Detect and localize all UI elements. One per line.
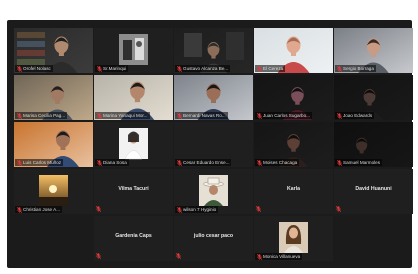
participant-name-tag: Joao Edwards (335, 112, 375, 119)
participant-tile[interactable]: Marisa Cecilia Pag... (14, 75, 93, 120)
participant-name: Cesar Eduardo Ense... (183, 160, 230, 165)
participant-name: Sergio Borraga (343, 66, 374, 71)
participant-tile[interactable]: Luis Carlos Muñoz (14, 122, 93, 167)
participant-name-tag: Moises Chacaga (255, 159, 300, 166)
microphone-muted-icon (257, 253, 262, 260)
participant-name: Samuel Marmoles (343, 160, 381, 165)
microphone-muted-icon (177, 206, 182, 213)
participant-tile[interactable]: Marina Yanaqui Mor... (94, 75, 173, 120)
microphone-muted-icon (17, 159, 22, 166)
participant-name-tag: Christian Jose A... (15, 206, 63, 213)
participant-tile[interactable]: Gustavo Alcanza Be... (174, 28, 253, 73)
participant-name-tag: Sergio Borraga (335, 65, 376, 72)
participant-tile[interactable]: Sergio Borraga (334, 28, 413, 73)
participant-name: Vilma Tacuri (118, 186, 149, 192)
participant-name-tag: Diana Sosa (95, 159, 129, 166)
microphone-muted-icon (257, 112, 262, 119)
microphone-muted-icon (97, 159, 102, 166)
participant-name-tag: Monica Villanueva (255, 253, 303, 260)
participant-name: wilson 7 Hyginio (183, 207, 217, 212)
participant-name-tag: Marisa Cecilia Pag... (15, 112, 68, 119)
participant-name-tag: wilson 7 Hyginio (175, 206, 219, 213)
participant-name: Bernardi Navas Ro... (183, 113, 226, 118)
microphone-muted-icon (337, 112, 342, 119)
participant-tile[interactable]: Samuel Marmoles (334, 122, 413, 167)
participant-name-tag: Luis Carlos Muñoz (15, 159, 64, 166)
participant-tile[interactable]: Diana Sosa (94, 122, 173, 167)
participant-tile[interactable]: Karla (254, 169, 333, 214)
participant-tile[interactable]: Monica Villanueva (254, 216, 333, 261)
participant-name: Marisa Cecilia Pag... (23, 113, 66, 118)
microphone-muted-icon (97, 65, 102, 72)
microphone-muted-icon (97, 112, 102, 119)
participant-tile[interactable]: El Cereza (254, 28, 333, 73)
participant-name: Joao Edwards (343, 113, 373, 118)
participant-name: El Cereza (263, 66, 284, 71)
participant-name-tag: Marina Yanaqui Mor... (95, 112, 150, 119)
microphone-muted-icon (177, 65, 182, 72)
participant-name-tag: Orofel Nolasc (15, 65, 53, 72)
participant-name: julio cesar paco (193, 233, 234, 239)
participant-name: Sr.Marinqui (103, 66, 127, 71)
participant-name-tag: Bernardi Navas Ro... (175, 112, 228, 119)
participant-tile[interactable]: Cesar Eduardo Ense... (174, 122, 253, 167)
participant-name-tag: Juan Carlos Sugarbo... (255, 112, 312, 119)
participant-name-tag: Samuel Marmoles (335, 159, 383, 166)
participant-tile[interactable]: Christian Jose A... (14, 169, 93, 214)
participant-tile[interactable]: Bernardi Navas Ro... (174, 75, 253, 120)
participant-tile[interactable]: wilson 7 Hyginio (174, 169, 253, 214)
participant-tile[interactable]: Moises Chacaga (254, 122, 333, 167)
participant-name: David Huanuni (355, 186, 392, 192)
microphone-muted-icon (337, 159, 342, 166)
microphone-muted-icon (177, 112, 182, 119)
participant-tile[interactable]: David Huanuni (334, 169, 413, 214)
participant-name: Moises Chacaga (263, 160, 298, 165)
microphone-muted-icon (17, 112, 22, 119)
participant-name-tag: Gustavo Alcanza Be... (175, 65, 231, 72)
video-conference-window: Orofel Nolasc Sr.Marinqui Gustavo Alcanza … (0, 0, 418, 274)
participant-tile[interactable]: Juan Carlos Sugarbo... (254, 75, 333, 120)
gallery-view: Orofel Nolasc Sr.Marinqui Gustavo Alcanza … (7, 20, 413, 268)
participant-tile[interactable]: julio cesar paco (174, 216, 253, 261)
participant-tile[interactable]: Orofel Nolasc (14, 28, 93, 73)
microphone-muted-icon (256, 206, 261, 212)
participant-name: Gustavo Alcanza Be... (183, 66, 229, 71)
participant-name: Diana Sosa (103, 160, 127, 165)
microphone-muted-icon (176, 253, 181, 259)
microphone-muted-icon (177, 159, 182, 166)
microphone-muted-icon (257, 65, 262, 72)
participant-tile[interactable]: Joao Edwards (334, 75, 413, 120)
microphone-muted-icon (96, 253, 101, 259)
microphone-muted-icon (337, 65, 342, 72)
participant-tile[interactable]: Gardenia Caps (94, 216, 173, 261)
participant-name: Juan Carlos Sugarbo... (263, 113, 310, 118)
participant-name: Gardenia Caps (115, 233, 152, 239)
microphone-muted-icon (17, 206, 22, 213)
participant-name: Orofel Nolasc (23, 66, 51, 71)
participant-name: Monica Villanueva (263, 254, 301, 259)
microphone-muted-icon (257, 159, 262, 166)
participant-tile[interactable]: Sr.Marinqui (94, 28, 173, 73)
microphone-muted-icon (336, 206, 341, 212)
participant-name: Christian Jose A... (23, 207, 61, 212)
participant-tile[interactable]: Vilma Tacuri (94, 169, 173, 214)
participant-name: Marina Yanaqui Mor... (103, 113, 148, 118)
participant-name: Karla (287, 186, 300, 192)
participant-name-tag: Sr.Marinqui (95, 65, 129, 72)
microphone-muted-icon (17, 65, 22, 72)
participant-name: Luis Carlos Muñoz (23, 160, 62, 165)
participant-name-tag: El Cereza (255, 65, 286, 72)
participant-name-tag: Cesar Eduardo Ense... (175, 159, 232, 166)
microphone-muted-icon (96, 206, 101, 212)
